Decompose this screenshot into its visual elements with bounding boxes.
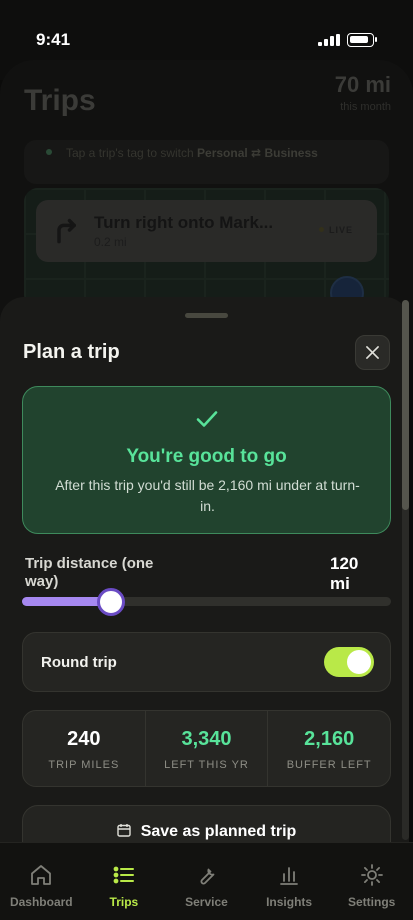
live-badge: LIVE bbox=[318, 225, 353, 235]
background-map: Turn right onto Mark... 0.2 mi LIVE bbox=[24, 188, 389, 308]
stat-value: 240 bbox=[67, 728, 101, 750]
close-button[interactable] bbox=[355, 335, 390, 370]
sheet-scrollbar[interactable] bbox=[402, 300, 409, 840]
background-hint: Tap a trip's tag to switch Personal ⇄ Bu… bbox=[24, 140, 389, 184]
tab-label: Service bbox=[185, 895, 228, 909]
scrollbar-thumb[interactable] bbox=[402, 300, 409, 510]
tab-label: Trips bbox=[109, 895, 139, 909]
slider-thumb[interactable] bbox=[96, 588, 125, 616]
list-icon bbox=[113, 866, 134, 884]
sheet-handle[interactable] bbox=[185, 313, 228, 318]
background-miles-caption: this month bbox=[340, 101, 391, 113]
round-trip-toggle[interactable] bbox=[324, 647, 374, 677]
save-label: Save as planned trip bbox=[140, 823, 297, 840]
stat-label: BUFFER LEFT bbox=[286, 759, 372, 771]
tab-bar: Dashboard Trips Service Insights Setting… bbox=[0, 842, 413, 920]
bar-chart-icon bbox=[280, 867, 298, 885]
tab-label: Insights bbox=[266, 895, 313, 909]
status-text: After this trip you'd still be 2,160 mi … bbox=[55, 477, 360, 514]
round-trip-label: Round trip bbox=[41, 654, 117, 671]
round-trip-row: Round trip bbox=[22, 632, 391, 692]
plan-trip-sheet: Plan a trip You're good to go After this… bbox=[0, 297, 409, 920]
tab-service[interactable]: Service bbox=[165, 843, 248, 920]
stat-left-this-year: 3,340 LEFT THIS YR bbox=[144, 711, 268, 786]
stat-trip-miles: 240 TRIP MILES bbox=[23, 711, 145, 786]
nav-banner: Turn right onto Mark... 0.2 mi LIVE bbox=[36, 200, 377, 262]
status-time: 9:41 bbox=[36, 30, 71, 49]
checkmark-icon bbox=[196, 411, 218, 427]
sun-gear-icon bbox=[360, 864, 383, 886]
hint-dot-icon bbox=[46, 149, 52, 155]
nav-title: Turn right onto Mark... bbox=[94, 213, 274, 232]
distance-slider[interactable] bbox=[22, 588, 391, 616]
close-icon bbox=[366, 346, 379, 359]
distance-value: 120 mi bbox=[330, 554, 359, 593]
trip-stats: 240 TRIP MILES 3,340 LEFT THIS YR 2,160 … bbox=[22, 710, 391, 787]
stat-label: LEFT THIS YR bbox=[164, 759, 249, 771]
background-miles: 70 mi bbox=[334, 72, 391, 97]
stat-label: TRIP MILES bbox=[48, 759, 120, 771]
distance-label: Trip distance (one way) bbox=[25, 555, 154, 590]
tab-label: Dashboard bbox=[9, 895, 73, 909]
stat-value: 2,160 bbox=[304, 728, 355, 750]
home-icon bbox=[31, 865, 52, 885]
hint-text: Tap a trip's tag to switch Personal ⇄ Bu… bbox=[66, 146, 318, 160]
calendar-icon bbox=[116, 824, 131, 837]
status-title: You're good to go bbox=[126, 446, 287, 467]
background-title: Trips bbox=[24, 84, 96, 117]
status-card: You're good to go After this trip you'd … bbox=[22, 386, 391, 534]
tab-label: Settings bbox=[348, 895, 396, 909]
stat-buffer-left: 2,160 BUFFER LEFT bbox=[267, 711, 390, 786]
nav-distance: 0.2 mi bbox=[94, 235, 127, 249]
stat-value: 3,340 bbox=[181, 728, 232, 750]
tab-settings[interactable]: Settings bbox=[330, 843, 413, 920]
battery-icon bbox=[347, 33, 377, 47]
wrench-icon bbox=[201, 868, 215, 885]
signal-icon bbox=[318, 34, 340, 46]
tab-dashboard[interactable]: Dashboard bbox=[0, 843, 83, 920]
sheet-title: Plan a trip bbox=[23, 341, 120, 363]
toggle-knob bbox=[347, 650, 371, 674]
tab-trips[interactable]: Trips bbox=[83, 843, 166, 920]
turn-right-icon bbox=[57, 218, 76, 244]
tab-insights[interactable]: Insights bbox=[248, 843, 331, 920]
